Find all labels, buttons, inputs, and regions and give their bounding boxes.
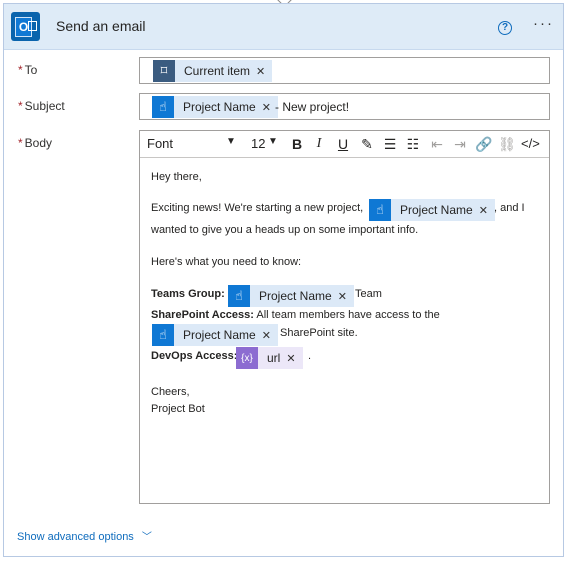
- intro-line-2: wanted to give you a heads up on some im…: [151, 224, 419, 236]
- show-advanced-options-link[interactable]: Show advanced options ﹀: [17, 528, 152, 543]
- action-card: O Send an email ? ··· * To ⌑ Current item…: [3, 3, 564, 557]
- teams-group-label: Teams Group:: [151, 288, 225, 300]
- devops-access-label: DevOps Access:: [151, 350, 238, 362]
- intro-line-1-end: , and I: [494, 202, 525, 214]
- remove-token-icon[interactable]: ✕: [338, 290, 354, 303]
- help-icon[interactable]: ?: [498, 21, 512, 35]
- devops-suffix: .: [308, 350, 312, 362]
- font-size-dropdown[interactable]: 12: [251, 136, 265, 151]
- project-name-token[interactable]: ☝ Project Name ✕: [369, 199, 495, 221]
- outlook-icon: O: [11, 12, 40, 41]
- remove-token-icon[interactable]: ✕: [256, 65, 272, 78]
- touch-icon: ☝: [152, 324, 174, 346]
- remove-token-icon[interactable]: ✕: [286, 352, 302, 365]
- subject-suffix-text: - New project!: [275, 100, 350, 114]
- project-name-token[interactable]: ☝ Project Name ✕: [152, 324, 278, 346]
- decrease-indent-icon[interactable]: ⇤: [428, 134, 446, 154]
- touch-icon: ☝: [369, 199, 391, 221]
- rich-text-toolbar: Font ▼ 12 ▼ B I U ✎ ☰ ☷ ⇤ ⇥ 🔗 ⛓ </>: [140, 131, 549, 158]
- subject-label: * Subject: [18, 99, 65, 113]
- remove-token-icon[interactable]: ✕: [262, 329, 278, 342]
- closing-text: Cheers,: [151, 386, 190, 398]
- greeting-text: Hey there,: [151, 171, 202, 183]
- body-label: * Body: [18, 136, 53, 150]
- subject-input[interactable]: ☝ Project Name ✕ - New project!: [139, 93, 550, 120]
- unlink-icon[interactable]: ⛓: [498, 134, 516, 154]
- project-name-token[interactable]: ☝ Project Name ✕: [152, 96, 278, 118]
- remove-token-icon[interactable]: ✕: [479, 204, 495, 217]
- sharepoint-suffix: SharePoint site.: [280, 327, 358, 339]
- underline-icon[interactable]: U: [334, 134, 352, 154]
- expression-icon: {x}: [236, 347, 258, 369]
- bold-icon[interactable]: B: [288, 134, 306, 154]
- required-marker: *: [18, 63, 23, 77]
- highlight-pen-icon[interactable]: ✎: [358, 134, 376, 154]
- current-item-token[interactable]: ⌑ Current item ✕: [153, 60, 273, 82]
- card-header[interactable]: O Send an email ? ···: [4, 4, 563, 50]
- touch-icon: ☝: [152, 96, 174, 118]
- to-input[interactable]: ⌑ Current item ✕: [139, 57, 550, 84]
- font-dropdown[interactable]: Font: [147, 136, 173, 151]
- chevron-down-icon: ﹀: [141, 532, 152, 543]
- increase-indent-icon[interactable]: ⇥: [451, 134, 469, 154]
- project-name-token[interactable]: ☝ Project Name ✕: [228, 285, 354, 307]
- link-icon[interactable]: 🔗: [475, 134, 493, 154]
- intro-line-1: Exciting news! We're starting a new proj…: [151, 202, 364, 214]
- signature-text: Project Bot: [151, 403, 205, 415]
- intro-line-3: Here's what you need to know:: [151, 256, 302, 268]
- loop-icon: ⌑: [153, 60, 175, 82]
- numbered-list-icon[interactable]: ☷: [404, 134, 422, 154]
- touch-icon: ☝: [228, 285, 250, 307]
- sharepoint-access-line: SharePoint Access: All team members have…: [151, 309, 440, 321]
- body-editor[interactable]: Font ▼ 12 ▼ B I U ✎ ☰ ☷ ⇤ ⇥ 🔗 ⛓ </> Hey …: [139, 130, 550, 504]
- card-title[interactable]: Send an email: [56, 18, 146, 34]
- url-expression-token[interactable]: {x} url ✕: [236, 347, 303, 369]
- italic-icon[interactable]: I: [310, 134, 328, 154]
- chevron-down-icon[interactable]: ▼: [226, 136, 236, 147]
- more-options-icon[interactable]: ···: [533, 15, 554, 32]
- bulleted-list-icon[interactable]: ☰: [381, 134, 399, 154]
- teams-group-suffix: Team: [355, 288, 382, 300]
- chevron-down-icon[interactable]: ▼: [268, 136, 278, 147]
- required-marker: *: [18, 136, 23, 150]
- required-marker: *: [18, 99, 23, 113]
- code-view-icon[interactable]: </>: [521, 134, 540, 154]
- to-label: * To: [18, 63, 38, 77]
